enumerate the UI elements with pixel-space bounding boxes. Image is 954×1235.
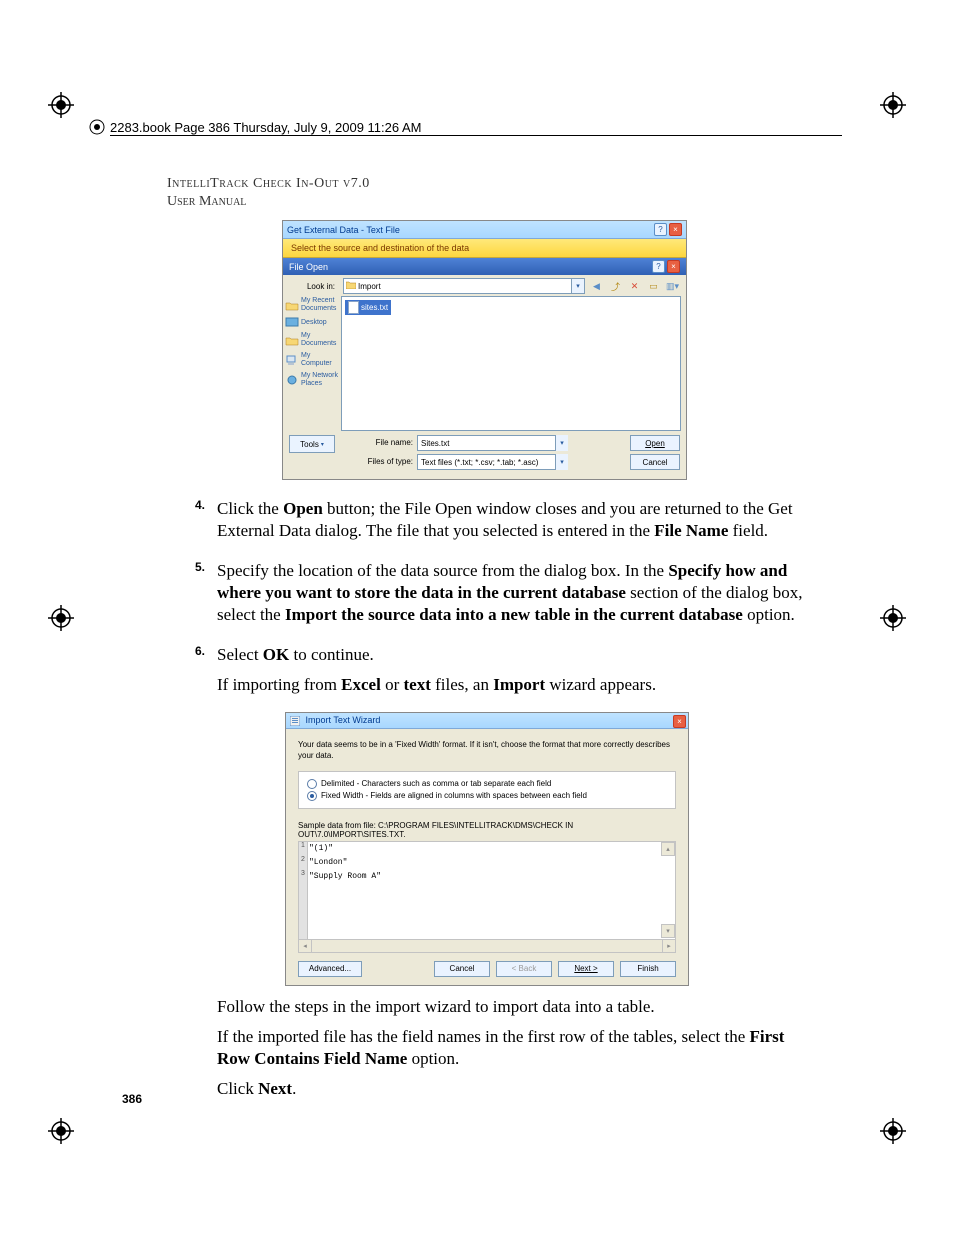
file-list[interactable]: sites.txt bbox=[341, 296, 681, 431]
follow-p1: Follow the steps in the import wizard to… bbox=[217, 996, 807, 1018]
place-my-documents[interactable]: My Documents bbox=[285, 331, 339, 349]
figure-file-open: Get External Data - Text File ? × Select… bbox=[282, 220, 687, 480]
cancel-button[interactable]: Cancel bbox=[630, 454, 680, 470]
print-mark: 2283.book Page 386 Thursday, July 9, 200… bbox=[110, 120, 422, 135]
step-5-text: Specify the location of the data source … bbox=[217, 560, 807, 626]
sample-data-label: Sample data from file: C:\PROGRAM FILES\… bbox=[298, 821, 676, 839]
place-my-network[interactable]: My Network Places bbox=[285, 371, 339, 389]
up-folder-icon[interactable]: ⤴ bbox=[608, 279, 623, 294]
file-item-sites[interactable]: sites.txt bbox=[345, 300, 391, 315]
step-6-text: Select OK to continue. If importing from… bbox=[217, 644, 807, 696]
step-4-text: Click the Open button; the File Open win… bbox=[217, 498, 807, 542]
follow-p3: Click Next. bbox=[217, 1078, 807, 1100]
filename-input[interactable]: Sites.txt▾ bbox=[417, 435, 568, 451]
lookin-label: Look in: bbox=[289, 282, 339, 291]
filename-label: File name: bbox=[357, 435, 417, 451]
window-titlebar-import-wizard: Import Text Wizard × bbox=[286, 713, 688, 729]
chevron-down-icon[interactable]: ▾ bbox=[571, 279, 584, 293]
close-icon[interactable]: × bbox=[669, 223, 682, 236]
cancel-button[interactable]: Cancel bbox=[434, 961, 490, 977]
filetype-combo[interactable]: Text files (*.txt; *.csv; *.tab; *.asc)▾ bbox=[417, 454, 568, 470]
radio-fixed-width[interactable]: Fixed Width - Fields are aligned in colu… bbox=[307, 790, 667, 802]
open-button[interactable]: Open bbox=[630, 435, 680, 451]
next-button[interactable]: Next > bbox=[558, 961, 614, 977]
places-bar: My Recent Documents Desktop My Documents… bbox=[283, 294, 341, 431]
finish-button[interactable]: Finish bbox=[620, 961, 676, 977]
figure-import-text-wizard: Import Text Wizard × Your data seems to … bbox=[285, 712, 689, 986]
back-button: < Back bbox=[496, 961, 552, 977]
chevron-down-icon[interactable]: ▾ bbox=[555, 435, 568, 451]
views-icon[interactable]: ▥▾ bbox=[665, 279, 680, 294]
close-icon[interactable]: × bbox=[667, 260, 680, 273]
place-my-recent[interactable]: My Recent Documents bbox=[285, 296, 339, 314]
help-icon[interactable]: ? bbox=[652, 260, 665, 273]
radio-delimited[interactable]: Delimited - Characters such as comma or … bbox=[307, 778, 667, 790]
wizard-intro-text: Your data seems to be in a 'Fixed Width'… bbox=[298, 739, 676, 761]
text-file-icon bbox=[348, 301, 359, 314]
place-my-computer[interactable]: My Computer bbox=[285, 351, 339, 369]
place-desktop[interactable]: Desktop bbox=[285, 316, 339, 329]
chevron-down-icon[interactable]: ▾ bbox=[555, 454, 568, 470]
print-mark-rule bbox=[110, 135, 842, 136]
running-head: IntelliTrack Check In-Out v7.0 User Manu… bbox=[167, 175, 370, 211]
step-number-6: 6. bbox=[167, 644, 217, 696]
scroll-left-icon[interactable]: ◂ bbox=[299, 940, 312, 952]
step-number-5: 5. bbox=[167, 560, 217, 626]
help-icon[interactable]: ? bbox=[654, 223, 667, 236]
wizard-icon bbox=[290, 716, 300, 726]
step-number-4: 4. bbox=[167, 498, 217, 542]
sample-data-preview: 123 "(1)" "London" "Supply Room A" ▴ ▾ ◂… bbox=[298, 841, 676, 953]
window-titlebar-get-external-data: Get External Data - Text File ? × bbox=[283, 221, 686, 239]
close-icon[interactable]: × bbox=[673, 715, 686, 728]
wizard-subtitle: Select the source and destination of the… bbox=[283, 239, 686, 258]
delete-icon[interactable]: ✕ bbox=[627, 279, 642, 294]
tools-button[interactable]: Tools▾ bbox=[289, 435, 335, 453]
scroll-right-icon[interactable]: ▸ bbox=[662, 940, 675, 952]
scroll-down-icon[interactable]: ▾ bbox=[661, 924, 675, 938]
new-folder-icon[interactable]: ▭ bbox=[646, 279, 661, 294]
format-radio-group: Delimited - Characters such as comma or … bbox=[298, 771, 676, 809]
filetype-label: Files of type: bbox=[357, 454, 417, 470]
folder-icon bbox=[346, 281, 356, 289]
scroll-up-icon[interactable]: ▴ bbox=[661, 842, 675, 856]
lookin-combo[interactable]: Import ▾ bbox=[343, 278, 585, 294]
advanced-button[interactable]: Advanced... bbox=[298, 961, 362, 977]
follow-p2: If the imported file has the field names… bbox=[217, 1026, 807, 1070]
page-number: 386 bbox=[122, 1092, 142, 1106]
file-open-titlebar: File Open ? × bbox=[283, 258, 686, 275]
chevron-down-icon: ▾ bbox=[321, 441, 324, 448]
back-icon[interactable]: ◀ bbox=[589, 279, 604, 294]
print-mark-icon bbox=[88, 118, 106, 141]
